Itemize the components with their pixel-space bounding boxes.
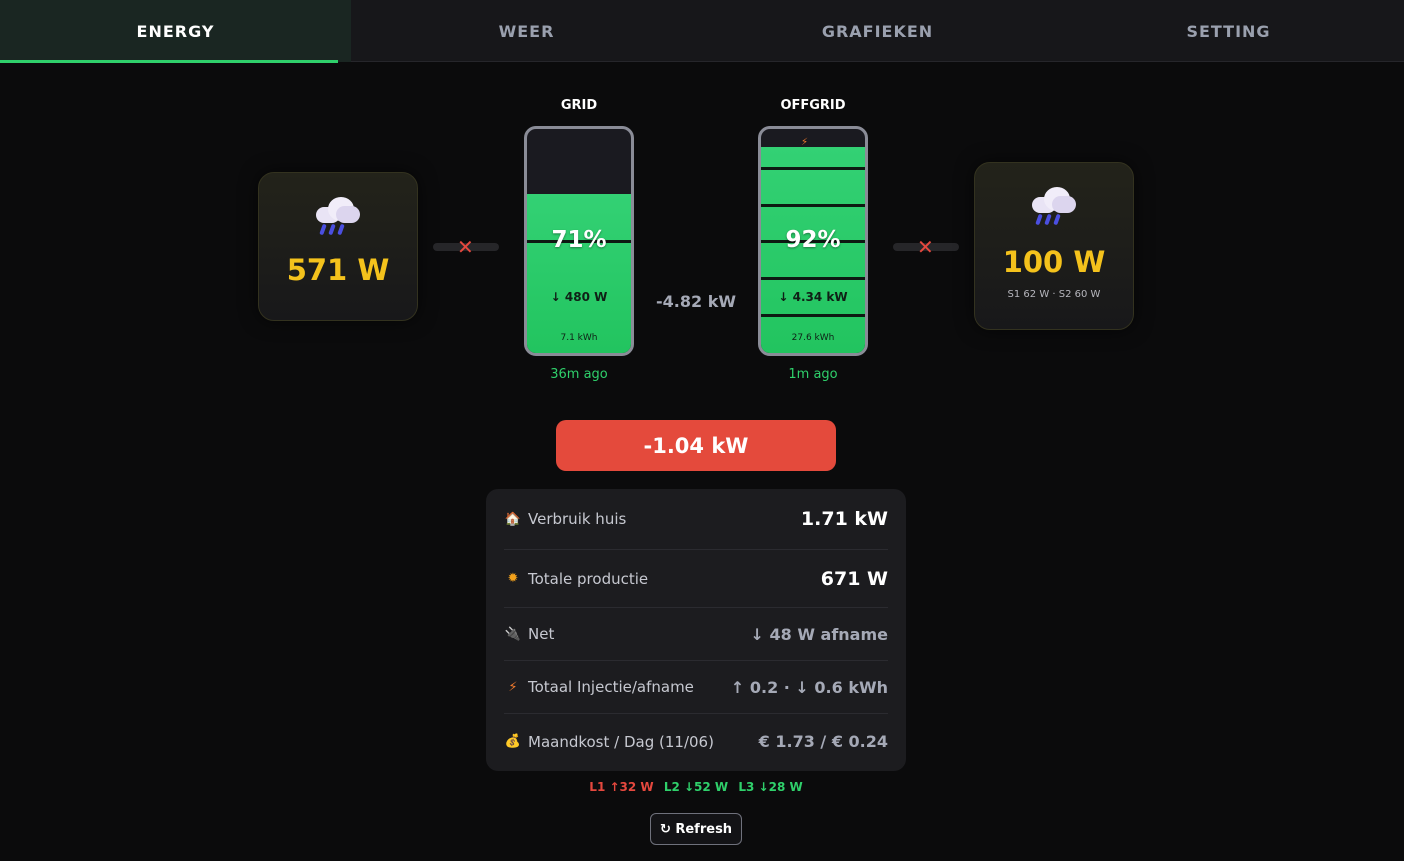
stat-value: € 1.73 / € 0.24 <box>758 732 888 751</box>
grid-battery: 71% ↓ 480 W 7.1 kWh <box>524 126 634 356</box>
tab-bar: ENERGY WEER GRAFIEKEN SETTING <box>0 0 1404 63</box>
battery-segment-line <box>761 204 865 207</box>
grid-battery-updated: 36m ago <box>550 367 608 382</box>
offgrid-battery: ⚡ 92% ↓ 4.34 kW 27.6 kWh <box>758 126 868 356</box>
grid-battery-title: GRID <box>560 98 598 113</box>
offgrid-battery-updated: 1m ago <box>788 367 838 382</box>
solar-power-right: 100 W <box>1002 245 1106 279</box>
solar-card-right: 100 W S1 62 W · S2 60 W <box>974 162 1134 330</box>
battery-segment-line <box>761 167 865 170</box>
offgrid-battery-power: ↓ 4.34 kW <box>778 290 848 304</box>
grid-battery-fill <box>527 194 631 353</box>
house-icon: 🏠 <box>504 511 522 527</box>
rain-cloud-icon <box>313 193 363 239</box>
stat-row-cost: 💰 Maandkost / Dag (11/06) € 1.73 / € 0.24 <box>504 714 888 769</box>
offgrid-battery-title: OFFGRID <box>780 98 846 113</box>
grid-battery-percent: 71% <box>551 227 607 253</box>
stat-row-production: ✹ Totale productie 671 W <box>504 550 888 608</box>
bolt-icon: ⚡ <box>801 137 809 148</box>
refresh-button[interactable]: ↻ Refresh <box>650 813 742 845</box>
phase-l2: L2 ↓52 W <box>663 780 729 794</box>
tab-weer[interactable]: WEER <box>351 0 702 62</box>
bolt-icon: ⚡ <box>508 679 518 695</box>
offgrid-battery-energy: 27.6 kWh <box>791 333 835 343</box>
stats-panel: 🏠 Verbruik huis 1.71 kW ✹ Totale productie… <box>486 489 906 771</box>
stat-value: ↑ 0.2 · ↓ 0.6 kWh <box>730 677 888 697</box>
solar-card-left: 571 W <box>258 172 418 321</box>
stat-row-consumption: 🏠 Verbruik huis 1.71 kW <box>504 489 888 550</box>
grid-battery-energy: 7.1 kWh <box>560 333 598 343</box>
stat-label: Totaal Injectie/afname <box>528 678 694 696</box>
stat-value: 1.71 kW <box>800 508 888 530</box>
disconnected-x-icon: ✕ <box>917 235 934 259</box>
rain-cloud-icon <box>1029 183 1079 229</box>
battery-flow: -4.82 kW <box>656 292 736 311</box>
stat-label: Verbruik huis <box>528 510 627 528</box>
stat-value: ↓ 48 W afname <box>750 624 889 644</box>
stat-label: Totale productie <box>528 569 649 588</box>
stat-row-injection: ⚡ Totaal Injectie/afname ↑ 0.2 · ↓ 0.6 kW… <box>504 661 888 714</box>
solar-link-left: ✕ <box>433 237 499 257</box>
tab-energy[interactable]: ENERGY <box>0 0 351 63</box>
net-power-badge: -1.04 kW <box>556 420 836 471</box>
tab-setting[interactable]: SETTING <box>1053 0 1404 62</box>
phase-l3: L3 ↓28 W <box>738 780 803 794</box>
stat-label: Net <box>528 625 555 643</box>
phase-l1: L1 ↑32 W <box>589 780 654 794</box>
offgrid-battery-percent: 92% <box>785 227 841 253</box>
sun-icon: ✹ <box>507 571 519 586</box>
grid-battery-power: ↓ 480 W <box>550 290 608 304</box>
stat-value: 671 W <box>820 567 888 590</box>
stat-row-grid: 🔌 Net ↓ 48 W afname <box>504 608 888 661</box>
solar-power-left: 571 W <box>286 253 390 287</box>
solar-link-right: ✕ <box>893 237 959 257</box>
phase-readout: L1 ↑32 W L2 ↓52 W L3 ↓28 W <box>486 780 906 794</box>
disconnected-x-icon: ✕ <box>457 235 474 259</box>
battery-segment-line <box>761 277 865 280</box>
plug-icon: 🔌 <box>504 626 522 642</box>
battery-segment-line <box>761 314 865 317</box>
solar-strings: S1 62 W · S2 60 W <box>1007 289 1101 300</box>
money-bag-icon: 💰 <box>504 734 522 749</box>
stat-label: Maandkost / Dag (11/06) <box>528 732 714 751</box>
tab-grafieken[interactable]: GRAFIEKEN <box>702 0 1053 62</box>
